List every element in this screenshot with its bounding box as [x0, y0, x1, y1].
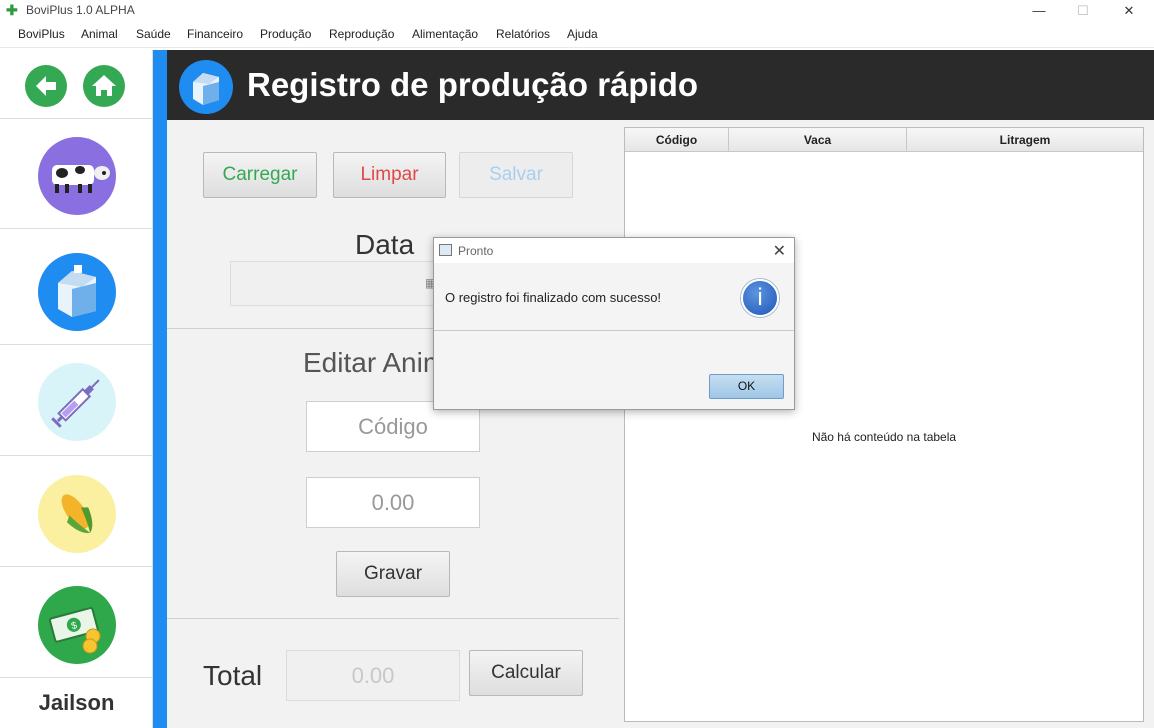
menu-financeiro[interactable]: Financeiro	[187, 27, 243, 41]
table-empty-message: Não há conteúdo na tabela	[811, 430, 957, 444]
minimize-button[interactable]: —	[1016, 0, 1062, 22]
menu-alimentacao[interactable]: Alimentação	[412, 27, 478, 41]
window-title: BoviPlus 1.0 ALPHA	[26, 3, 135, 17]
page-title: Registro de produção rápido	[247, 66, 699, 103]
menu-reproducao[interactable]: Reprodução	[329, 27, 394, 41]
dialog-title: Pronto	[458, 244, 494, 258]
success-dialog: Pronto ✕ O registro foi finalizado com s…	[433, 237, 795, 410]
back-button[interactable]	[25, 65, 67, 107]
menu-animal[interactable]: Animal	[81, 27, 118, 41]
money-icon: $	[48, 606, 101, 654]
window-titlebar: ✚ BoviPlus 1.0 ALPHA — ☐ ✕	[0, 0, 1154, 22]
sidebar-item-animal[interactable]	[38, 137, 116, 215]
dialog-close-button[interactable]: ✕	[773, 241, 786, 261]
maximize-button[interactable]: ☐	[1060, 0, 1106, 22]
sidebar-divider	[0, 344, 153, 345]
gravar-button[interactable]: Gravar	[336, 551, 450, 597]
home-icon	[92, 75, 116, 96]
litragem-input[interactable]: 0.00	[306, 477, 480, 528]
menu-ajuda[interactable]: Ajuda	[567, 27, 598, 41]
total-field: 0.00	[286, 650, 460, 701]
sidebar-item-alimentacao[interactable]	[38, 475, 116, 553]
sidebar-divider	[0, 455, 153, 456]
column-header-litragem[interactable]: Litragem	[907, 128, 1143, 152]
sidebar-item-saude[interactable]	[38, 363, 116, 441]
app-icon: ✚	[6, 2, 18, 18]
dialog-message-area: O registro foi finalizado com sucesso! i	[434, 263, 794, 331]
info-icon: i	[741, 279, 779, 317]
corn-icon	[61, 494, 93, 534]
home-button[interactable]	[83, 65, 125, 107]
data-label: Data	[355, 229, 415, 260]
total-label: Total	[203, 660, 263, 691]
user-name: Jailson	[38, 690, 115, 715]
editar-animal-label: Editar Animal	[303, 347, 433, 378]
menu-saude[interactable]: Saúde	[136, 27, 171, 41]
cow-icon	[52, 165, 110, 193]
close-window-button[interactable]: ✕	[1106, 0, 1152, 22]
menu-boviplus[interactable]: BoviPlus	[18, 27, 65, 41]
limpar-button[interactable]: Limpar	[333, 152, 446, 198]
sidebar-divider	[0, 228, 153, 229]
milk-carton-icon	[58, 265, 96, 317]
menu-bar: BoviPlus Animal Saúde Financeiro Produçã…	[0, 22, 1154, 48]
menu-relatorios[interactable]: Relatórios	[496, 27, 550, 41]
carregar-button[interactable]: Carregar	[203, 152, 317, 198]
production-table[interactable]: Código Vaca Litragem Não há conteúdo na …	[624, 127, 1144, 722]
calcular-button[interactable]: Calcular	[469, 650, 583, 696]
milk-carton-icon	[179, 60, 233, 114]
ok-button[interactable]: OK	[709, 374, 784, 399]
section-divider	[167, 618, 619, 619]
column-header-vaca[interactable]: Vaca	[729, 128, 907, 152]
sidebar-item-producao[interactable]	[38, 253, 116, 331]
date-picker[interactable]: ▦	[230, 261, 436, 306]
sidebar-divider	[0, 677, 153, 678]
sidebar-divider	[0, 566, 153, 567]
sidebar: $	[0, 50, 153, 728]
syringe-icon	[51, 379, 100, 428]
salvar-button[interactable]: Salvar	[459, 152, 573, 198]
column-header-codigo[interactable]: Código	[625, 128, 729, 152]
sidebar-accent-strip	[153, 50, 167, 728]
sidebar-item-financeiro[interactable]: $	[38, 586, 116, 664]
menu-producao[interactable]: Produção	[260, 27, 311, 41]
arrow-left-icon	[36, 76, 56, 96]
window-icon	[439, 244, 452, 256]
sidebar-divider	[0, 118, 153, 119]
dialog-message: O registro foi finalizado com sucesso!	[445, 290, 662, 305]
page-header: Registro de produção rápido	[167, 50, 1154, 120]
dialog-titlebar: Pronto ✕	[434, 238, 794, 263]
